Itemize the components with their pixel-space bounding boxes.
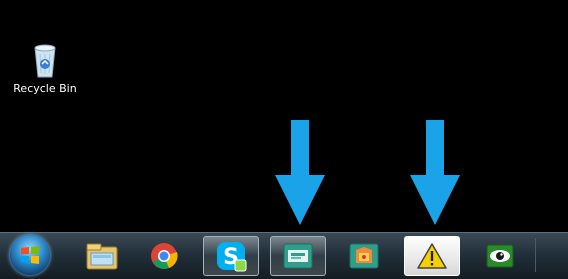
app-window-colorful-icon <box>349 243 379 269</box>
taskbar-item-app-window[interactable] <box>270 236 326 276</box>
recycle-bin-icon <box>34 44 56 78</box>
file-explorer-icon <box>86 243 118 270</box>
taskbar-item-chrome[interactable] <box>136 236 192 276</box>
taskbar-item-app-window-colorful[interactable] <box>336 236 392 276</box>
skype-icon: S <box>217 242 247 272</box>
taskbar-item-skype[interactable]: S <box>203 236 259 276</box>
recycle-bin-label: Recycle Bin <box>13 82 77 95</box>
taskbar-divider <box>535 238 536 272</box>
taskbar-item-file-explorer[interactable] <box>74 236 130 276</box>
warning-icon <box>417 243 447 269</box>
down-arrow-icon <box>410 120 460 225</box>
chrome-icon <box>151 243 178 269</box>
down-arrow-icon <box>275 120 325 225</box>
windows-logo-icon <box>21 246 39 264</box>
start-button[interactable] <box>10 235 50 275</box>
eye-icon <box>486 244 514 268</box>
taskbar-item-warning[interactable] <box>404 236 460 276</box>
taskbar-item-eye[interactable] <box>472 236 528 276</box>
app-window-icon <box>283 243 313 269</box>
recycle-bin-shortcut[interactable]: Recycle Bin <box>10 40 80 95</box>
taskbar: S <box>0 232 568 279</box>
